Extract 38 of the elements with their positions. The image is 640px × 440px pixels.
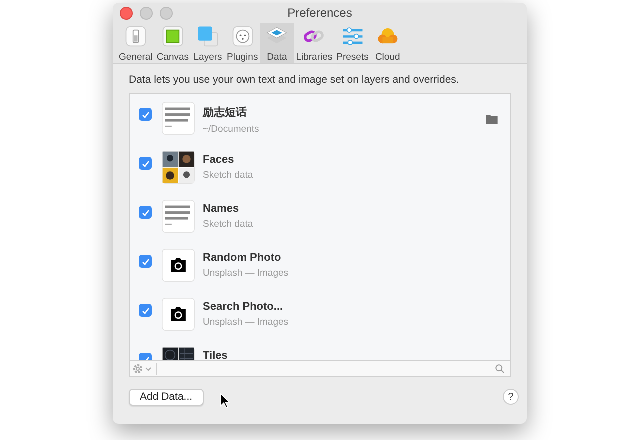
window-title: Preferences (288, 6, 352, 20)
check-icon (140, 110, 150, 120)
checkbox[interactable] (139, 255, 152, 268)
check-icon (140, 158, 150, 168)
search-icon[interactable] (495, 364, 505, 374)
preference-tab[interactable]: General (117, 23, 155, 63)
source-title: Names (203, 203, 240, 215)
source-title: 励志短话 (203, 106, 248, 120)
checkbox[interactable] (139, 304, 152, 317)
check-icon (140, 306, 150, 316)
source-subtitle: Unsplash — Images (203, 268, 290, 279)
checkbox[interactable] (139, 108, 152, 121)
folder-icon[interactable] (486, 114, 498, 124)
help-button[interactable]: ? (503, 389, 519, 405)
preference-tab[interactable]: Cloud (370, 23, 405, 63)
source-subtitle: Unsplash — Images (203, 317, 290, 328)
check-icon (140, 256, 150, 266)
close-button[interactable] (120, 7, 133, 20)
source-title: Tiles (203, 350, 229, 360)
preference-tab[interactable]: Plugins (225, 23, 260, 63)
check-icon (140, 208, 150, 218)
source-title: Random Photo (203, 252, 282, 264)
checkbox[interactable] (139, 157, 152, 170)
source-title: Search Photo... (203, 301, 284, 313)
checkbox[interactable] (139, 206, 152, 219)
sliders-icon (340, 25, 365, 48)
add-data-button[interactable]: Add Data... (129, 388, 204, 406)
source-title: Faces (203, 154, 236, 166)
source-subtitle: Sketch data (203, 219, 254, 230)
source-subtitle: ~/Documents (203, 124, 260, 135)
preference-tab[interactable]: Data (260, 23, 294, 63)
source-subtitle: Sketch data (203, 170, 254, 181)
preference-tab[interactable]: Canvas (154, 23, 192, 63)
preference-tab[interactable]: Presets (334, 23, 371, 63)
preference-tab[interactable]: Libraries (294, 23, 335, 63)
cursor-icon (220, 393, 230, 409)
description-text: Data lets you use your own text and image set on layers and overrides. (129, 74, 460, 86)
preference-tab[interactable]: Layers (191, 23, 226, 63)
